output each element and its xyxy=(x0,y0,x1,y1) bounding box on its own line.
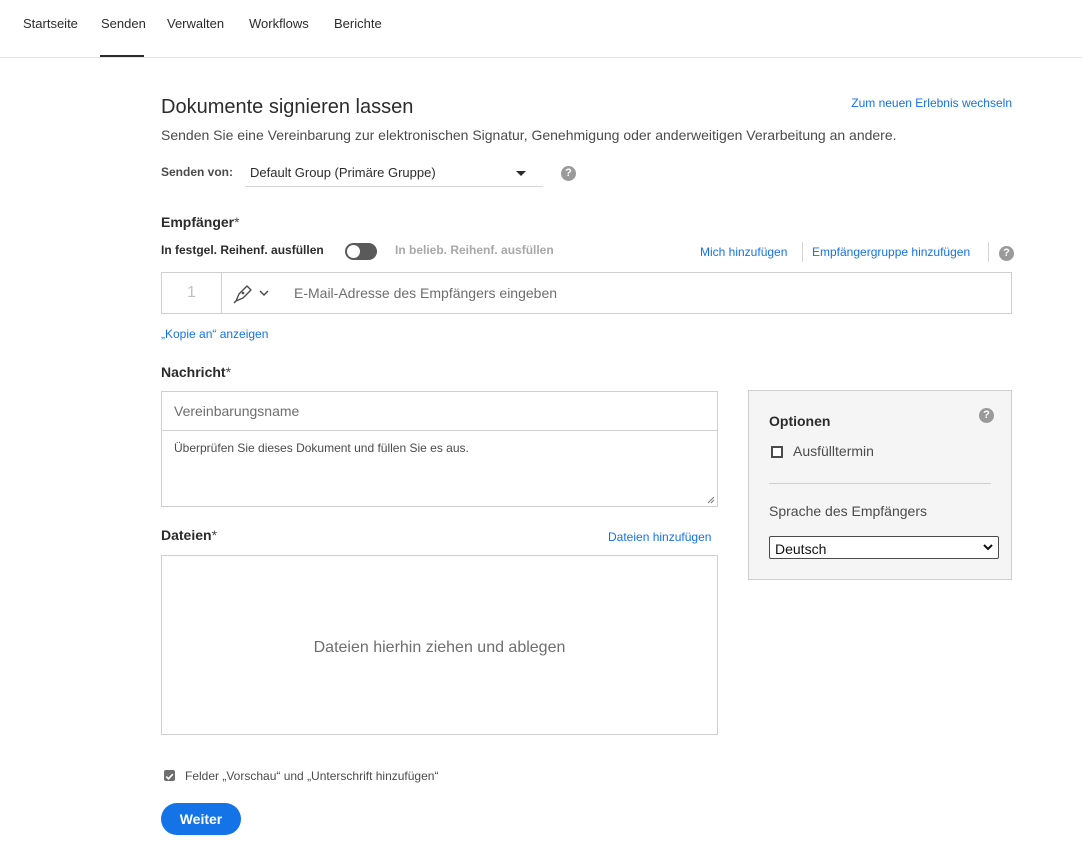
message-heading-text: Nachricht xyxy=(161,364,226,380)
message-box: Überprüfen Sie dieses Dokument und fülle… xyxy=(161,391,718,507)
toggle-knob xyxy=(347,245,360,258)
pen-signer-icon xyxy=(233,285,269,304)
help-icon[interactable]: ? xyxy=(999,246,1014,261)
recipient-role-dropdown[interactable] xyxy=(232,282,274,306)
link-separator xyxy=(988,242,989,262)
options-title: Optionen xyxy=(769,413,831,429)
options-divider xyxy=(769,483,991,484)
recipient-row: 1 xyxy=(161,272,1012,314)
required-marker: * xyxy=(234,214,240,230)
chevron-down-icon xyxy=(983,544,993,551)
checkmark-icon xyxy=(165,773,174,780)
order-toggle[interactable] xyxy=(345,243,377,260)
recipients-heading-text: Empfänger xyxy=(161,214,235,230)
caret-down-icon xyxy=(516,171,526,176)
recipient-language-select[interactable]: Deutsch xyxy=(769,536,999,559)
page-title: Dokumente signieren lassen xyxy=(161,96,414,118)
nav-tab-startseite[interactable]: Startseite xyxy=(23,16,78,57)
file-drop-zone[interactable]: Dateien hierhin ziehen und ablegen xyxy=(161,555,718,735)
nav-tab-verwalten[interactable]: Verwalten xyxy=(167,16,224,57)
nav-tab-workflows[interactable]: Workflows xyxy=(249,16,309,57)
show-cc-link[interactable]: „Kopie an“ anzeigen xyxy=(161,327,268,341)
top-navigation: Startseite Senden Verwalten Workflows Be… xyxy=(0,0,1082,58)
help-icon[interactable]: ? xyxy=(561,166,576,181)
next-button[interactable]: Weiter xyxy=(161,803,241,835)
deadline-label: Ausfülltermin xyxy=(793,443,874,459)
preview-fields-label: Felder „Vorschau“ und „Unterschrift hinz… xyxy=(185,769,439,783)
options-panel: Optionen ? Ausfülltermin Sprache des Emp… xyxy=(748,390,1012,580)
required-marker: * xyxy=(211,527,218,543)
agreement-name-input[interactable] xyxy=(162,392,717,431)
files-heading: Dateien* xyxy=(161,527,217,543)
message-heading: Nachricht* xyxy=(161,364,231,380)
link-separator xyxy=(802,242,803,262)
switch-experience-link[interactable]: Zum neuen Erlebnis wechseln xyxy=(851,96,1012,110)
help-icon[interactable]: ? xyxy=(979,408,994,423)
nav-tab-berichte[interactable]: Berichte xyxy=(334,16,382,57)
order-fixed-label: In festgel. Reihenf. ausfüllen xyxy=(161,243,324,257)
send-from-label: Senden von: xyxy=(161,165,234,179)
recipient-language-label: Sprache des Empfängers xyxy=(769,503,927,519)
order-any-label: In belieb. Reihenf. ausfüllen xyxy=(395,243,554,257)
send-from-dropdown[interactable]: Default Group (Primäre Gruppe) xyxy=(245,157,543,187)
add-me-link[interactable]: Mich hinzufügen xyxy=(700,245,787,259)
nav-tab-senden[interactable]: Senden xyxy=(100,16,146,57)
recipient-email-input[interactable] xyxy=(284,273,1004,313)
resize-grip-icon[interactable] xyxy=(707,496,715,504)
drop-zone-text: Dateien hierhin ziehen und ablegen xyxy=(313,639,566,656)
files-heading-text: Dateien xyxy=(161,527,212,543)
message-textarea[interactable]: Überprüfen Sie dieses Dokument und fülle… xyxy=(162,432,717,506)
deadline-checkbox[interactable] xyxy=(771,446,783,458)
recipient-number: 1 xyxy=(162,273,222,313)
send-from-value: Default Group (Primäre Gruppe) xyxy=(250,165,436,180)
required-marker: * xyxy=(225,364,232,380)
page-subtitle: Senden Sie eine Vereinbarung zur elektro… xyxy=(161,127,897,143)
preview-fields-checkbox[interactable] xyxy=(164,770,175,781)
recipients-heading: Empfänger* xyxy=(161,214,240,230)
add-files-link[interactable]: Dateien hinzufügen xyxy=(608,530,711,544)
add-recipient-group-link[interactable]: Empfängergruppe hinzufügen xyxy=(812,245,970,259)
recipient-language-value: Deutsch xyxy=(775,541,827,557)
